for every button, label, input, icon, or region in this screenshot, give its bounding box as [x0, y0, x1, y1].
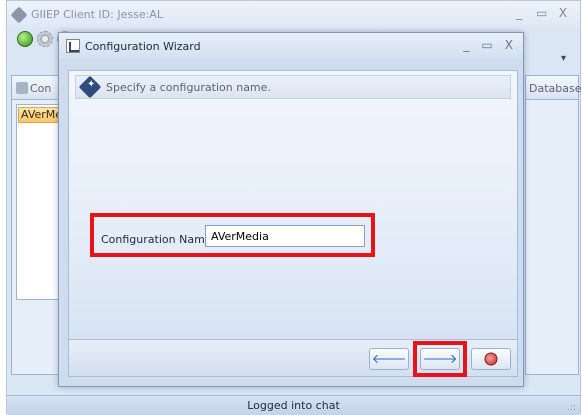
- gear-icon[interactable]: [37, 31, 53, 47]
- status-bar: Logged into chat .::: [7, 395, 580, 415]
- dialog-close-button[interactable]: X: [505, 38, 513, 52]
- tab-configurations[interactable]: Con: [12, 76, 64, 100]
- wizard-body: Specify a configuration name. Configurat…: [68, 70, 518, 368]
- dialog-minimize-button[interactable]: _: [463, 38, 469, 52]
- status-text: Logged into chat: [247, 399, 340, 412]
- dialog-titlebar: Configuration Wizard _ ▭ X: [59, 33, 523, 59]
- main-window-controls: _ ▭ X: [514, 6, 568, 20]
- configurations-list: AVerMedia: [16, 104, 62, 300]
- highlight-next-button: [413, 341, 467, 377]
- configuration-wizard-dialog: Configuration Wizard _ ▭ X Specify a con…: [58, 32, 524, 387]
- wizard-step-icon: [78, 75, 102, 99]
- wizard-icon: [66, 39, 80, 53]
- wizard-footer: 🡐 🡒: [68, 339, 518, 377]
- tab-configurations-label: Con: [30, 82, 52, 95]
- back-button[interactable]: 🡐: [369, 348, 409, 370]
- app-logo-icon: [10, 6, 28, 24]
- maximize-button[interactable]: ▭: [536, 6, 547, 20]
- main-titlebar: GIIEP Client ID: Jesse:AL _ ▭ X: [7, 1, 580, 29]
- connect-icon[interactable]: [17, 31, 33, 47]
- database-pane: Database: [525, 75, 582, 375]
- resize-grip[interactable]: .::: [567, 403, 576, 413]
- minimize-button[interactable]: _: [514, 6, 524, 20]
- close-button[interactable]: X: [558, 6, 568, 20]
- wizard-step-header: Specify a configuration name.: [75, 75, 511, 99]
- configurations-icon: [16, 82, 28, 94]
- dialog-window-controls: _ ▭ X: [463, 38, 513, 52]
- ribbon-dropdown-icon[interactable]: ▾: [561, 53, 566, 64]
- wizard-step-instruction: Specify a configuration name.: [106, 81, 271, 94]
- tab-database[interactable]: Database: [526, 76, 582, 100]
- cancel-button[interactable]: [471, 348, 511, 370]
- cancel-icon: [484, 352, 498, 366]
- configurations-pane: Con AVerMedia: [11, 75, 65, 375]
- tab-database-label: Database: [529, 82, 582, 95]
- highlight-config-name: [90, 213, 375, 257]
- dialog-maximize-button[interactable]: ▭: [481, 38, 492, 52]
- main-window-title: GIIEP Client ID: Jesse:AL: [31, 8, 163, 21]
- list-item[interactable]: AVerMedia: [18, 107, 62, 123]
- dialog-title: Configuration Wizard: [85, 40, 201, 53]
- back-arrow-icon: 🡐: [371, 351, 407, 366]
